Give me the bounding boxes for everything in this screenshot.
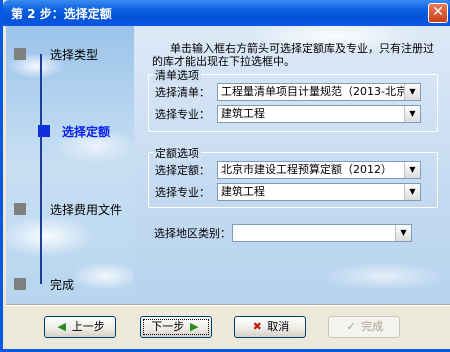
prev-button[interactable]: ◀ 上一步 (44, 316, 116, 338)
next-button[interactable]: 下一步 ▶ (140, 316, 212, 338)
group-legend: 清单选项 (153, 67, 201, 83)
step-marker-icon (14, 48, 26, 60)
check-icon: ✓ (346, 320, 356, 333)
button-label: 完成 (361, 320, 384, 333)
wizard-window: 第 2 步：选择定额 ✕ 选择类型 选择定额 选择费用文件 完成 单击输入框右方… (0, 0, 450, 352)
arrow-left-icon: ◀ (57, 320, 66, 333)
region-row: 选择地区类别： ▼ (154, 224, 412, 242)
hint-text: 单击输入框右方箭头可选择定额库及专业，只有注册过的库才能出现在下拉选框中。 (152, 42, 434, 68)
close-button[interactable]: ✕ (428, 3, 448, 23)
field-label: 选择专业： (155, 186, 210, 199)
arrow-right-icon: ▶ (190, 320, 199, 333)
cancel-x-icon: ✖ (252, 320, 262, 333)
button-label: 取消 (267, 320, 290, 333)
select-value: 北京市建设工程预算定额（2012） (221, 163, 392, 176)
dropdown-arrow-icon[interactable]: ▼ (395, 225, 411, 241)
dropdown-arrow-icon[interactable]: ▼ (404, 84, 420, 100)
window-title: 第 2 步：选择定额 (11, 7, 112, 21)
button-divider (6, 304, 450, 306)
finish-button[interactable]: ✓ 完成 (328, 316, 400, 338)
dropdown-arrow-icon[interactable]: ▼ (404, 106, 420, 122)
field-label: 选择清单： (155, 86, 210, 99)
quota-major-select[interactable]: 建筑工程 ▼ (217, 183, 421, 201)
field-label: 选择定额： (155, 164, 210, 177)
bill-list-select[interactable]: 工程量清单项目计量规范（2013-北京） ▼ (217, 83, 421, 101)
quota-options-group: 定额选项 选择定额： 北京市建设工程预算定额（2012） ▼ 选择专业： 建筑工… (148, 145, 438, 208)
bill-options-group: 清单选项 选择清单： 工程量清单项目计量规范（2013-北京） ▼ 选择专业： … (148, 67, 438, 132)
field-label: 选择专业： (155, 108, 210, 121)
dropdown-arrow-icon[interactable]: ▼ (404, 162, 420, 178)
group-legend: 定额选项 (153, 145, 201, 161)
quota-select[interactable]: 北京市建设工程预算定额（2012） ▼ (217, 161, 421, 179)
select-value: 建筑工程 (221, 185, 265, 198)
button-label: 下一步 (151, 320, 185, 333)
step-label: 选择费用文件 (50, 203, 123, 217)
region-select[interactable]: ▼ (232, 224, 412, 242)
quota-row: 选择定额： 北京市建设工程预算定额（2012） ▼ (155, 161, 421, 179)
close-icon: ✕ (432, 4, 444, 20)
bill-major-row: 选择专业： 建筑工程 ▼ (155, 105, 421, 123)
dialog-body: 选择类型 选择定额 选择费用文件 完成 单击输入框右方箭头可选择定额库及专业，只… (6, 26, 450, 349)
bill-major-select[interactable]: 建筑工程 ▼ (217, 105, 421, 123)
step-marker-icon (14, 278, 26, 290)
select-value: 工程量清单项目计量规范（2013-北京） (221, 85, 418, 98)
button-label: 上一步 (71, 320, 105, 333)
bill-list-row: 选择清单： 工程量清单项目计量规范（2013-北京） ▼ (155, 83, 421, 101)
select-value: 建筑工程 (221, 107, 265, 120)
step-marker-icon (14, 203, 26, 215)
cancel-button[interactable]: ✖ 取消 (234, 316, 306, 338)
step-label: 选择定额 (62, 125, 111, 139)
title-bar[interactable]: 第 2 步：选择定额 ✕ (3, 0, 450, 26)
step-rail (40, 54, 42, 284)
options-panel: 单击输入框右方箭头可选择定额库及专业，只有注册过的库才能出现在下拉选框中。 清单… (134, 26, 450, 304)
dropdown-arrow-icon[interactable]: ▼ (404, 184, 420, 200)
quota-major-row: 选择专业： 建筑工程 ▼ (155, 183, 421, 201)
step-panel: 选择类型 选择定额 选择费用文件 完成 (6, 26, 134, 304)
step-label: 完成 (50, 278, 75, 292)
step-label: 选择类型 (50, 48, 99, 62)
field-label: 选择地区类别： (154, 227, 231, 240)
step-marker-current-icon (38, 125, 50, 137)
